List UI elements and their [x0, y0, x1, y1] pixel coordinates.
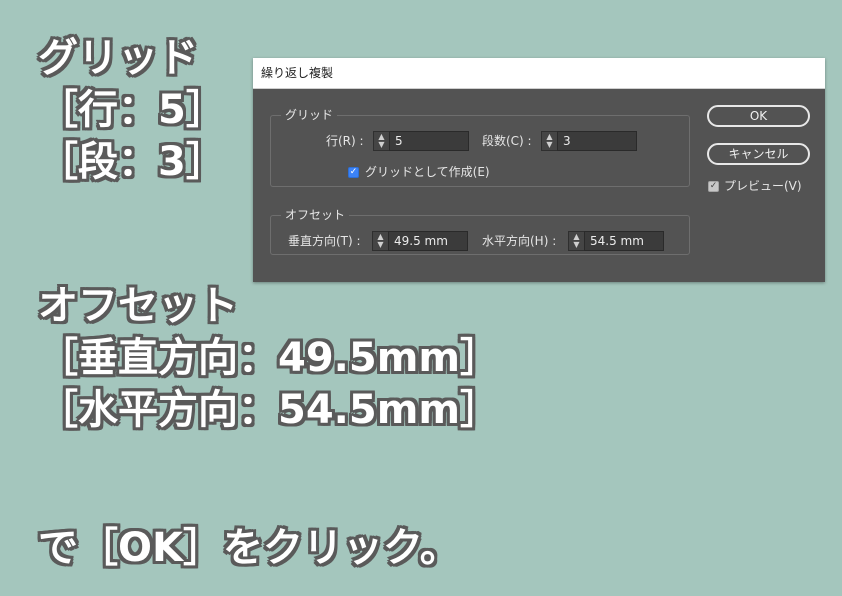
horizontal-offset-stepper[interactable]: ▲ ▼ — [568, 231, 664, 251]
offset-caption: オフセット ［垂直方向：49.5mm］ ［水平方向：54.5mm］ — [38, 280, 500, 436]
rows-stepper[interactable]: ▲ ▼ — [373, 131, 469, 151]
ok-button[interactable]: OK — [707, 105, 810, 127]
step-repeat-dialog: 繰り返し複製 グリッド 行(R) : ▲▼ 段数(C) : ▲▼ ✓ グリッドと… — [253, 58, 825, 282]
offset-caption-line: オフセット — [38, 283, 238, 329]
dialog-title: 繰り返し複製 — [261, 66, 334, 80]
offset-group-legend: オフセット — [281, 207, 350, 223]
cols-label: 段数(C) : — [482, 134, 532, 148]
horizontal-label: 水平方向(H) : — [482, 234, 557, 248]
grid-caption-line: ［行：5］ — [38, 87, 226, 133]
stepper-arrows-icon[interactable]: ▲ ▼ — [373, 131, 389, 151]
checkmark-icon: ✓ — [709, 181, 718, 191]
vertical-offset-input[interactable] — [388, 231, 468, 251]
vertical-label: 垂直方向(T) : — [288, 234, 361, 248]
grid-caption: グリッド ［行：5］ ［段：3］ — [38, 32, 226, 188]
vertical-offset-stepper[interactable]: ▲ ▼ — [372, 231, 468, 251]
horizontal-offset-input[interactable] — [584, 231, 664, 251]
dialog-title-bar: 繰り返し複製 — [253, 58, 825, 89]
stepper-arrows-icon[interactable]: ▲ ▼ — [568, 231, 584, 251]
offset-caption-line: ［垂直方向：49.5mm］ — [38, 335, 501, 381]
stepper-arrows-icon[interactable]: ▲ ▼ — [541, 131, 557, 151]
cols-input[interactable] — [557, 131, 637, 151]
checkmark-icon: ✓ — [349, 167, 358, 177]
offset-group: オフセット 垂直方向(T) : ▲▼ 水平方向(H) : ▲▼ — [270, 207, 690, 255]
preview-checkbox[interactable]: ✓ — [708, 181, 719, 192]
offset-caption-line: ［水平方向：54.5mm］ — [38, 387, 501, 433]
rows-label: 行(R) : — [326, 134, 364, 148]
grid-group: グリッド 行(R) : ▲▼ 段数(C) : ▲▼ ✓ グリッドとして作成(E) — [270, 107, 690, 187]
grid-caption-line: グリッド — [38, 35, 198, 81]
preview-label[interactable]: プレビュー(V) — [724, 176, 802, 196]
final-caption-line: で［OK］をクリック。 — [38, 525, 460, 571]
grid-group-legend: グリッド — [281, 107, 338, 123]
cancel-button[interactable]: キャンセル — [707, 143, 810, 165]
final-caption: で［OK］をクリック。 — [38, 522, 460, 574]
create-grid-checkbox[interactable]: ✓ — [348, 167, 359, 178]
stepper-arrows-icon[interactable]: ▲ ▼ — [372, 231, 388, 251]
cols-stepper[interactable]: ▲ ▼ — [541, 131, 637, 151]
grid-caption-line: ［段：3］ — [38, 139, 226, 185]
rows-input[interactable] — [389, 131, 469, 151]
create-grid-label[interactable]: グリッドとして作成(E) — [365, 162, 490, 182]
